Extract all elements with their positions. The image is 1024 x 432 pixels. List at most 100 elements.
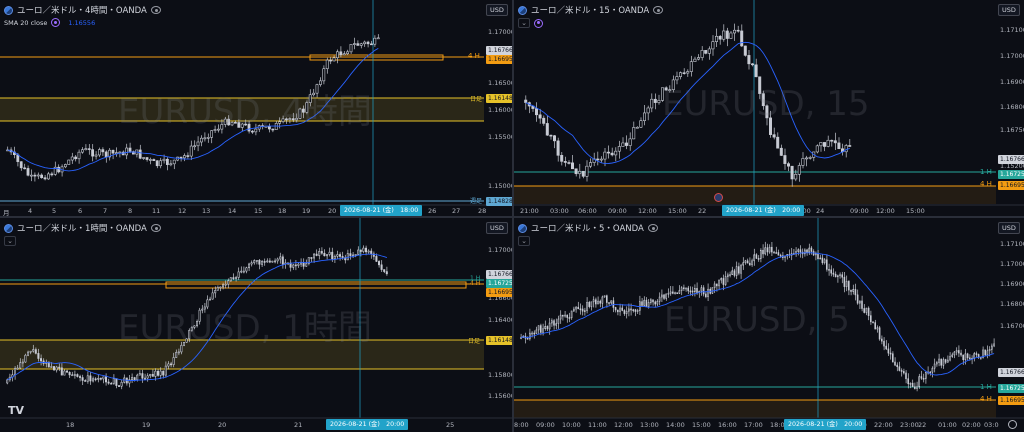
pane-title[interactable]: ユーロ／米ドル・1時間・OANDA [17, 222, 147, 234]
horizontal-divider[interactable] [0, 216, 1024, 218]
currency-button[interactable]: USD [486, 222, 508, 234]
candle-body [128, 147, 132, 152]
indicator-legend[interactable]: SMA 20 close 1.16556 [4, 18, 95, 27]
candle-body [806, 249, 808, 253]
candle-body [733, 270, 736, 276]
candle-body [760, 249, 762, 259]
candle-body [770, 246, 773, 253]
time-tick: 19 [142, 421, 151, 429]
symbol-icon[interactable] [4, 223, 13, 233]
indicator-settings-icon[interactable] [51, 18, 61, 27]
price-tick: 1.17000 [488, 246, 512, 254]
symbol-icon[interactable] [518, 5, 527, 15]
candle-body [37, 353, 40, 359]
candle-body [531, 332, 533, 335]
tradingview-logo-icon[interactable]: TV [8, 404, 24, 417]
pane-title[interactable]: ユーロ／米ドル・5・OANDA [531, 222, 644, 234]
candle-body [815, 145, 819, 153]
candle-body [772, 134, 776, 138]
symbol-icon[interactable] [518, 223, 527, 233]
chart-pane-4h[interactable]: ユーロ／米ドル・4時間・OANDA SMA 20 close 1.16556 U… [0, 0, 512, 216]
candle-body [844, 145, 848, 153]
crosshair-time-badge: 2026-08-21 (金) 20:00 [326, 419, 409, 430]
chevron-down-icon[interactable]: ⌄ [518, 18, 530, 28]
candle-body [755, 254, 758, 259]
chevron-down-icon[interactable]: ⌄ [518, 236, 530, 246]
h4-zone [514, 186, 996, 204]
chart-pane-1h[interactable]: ユーロ／米ドル・1時間・OANDA ⌄ USD EURUSD, 1時間 TV 1… [0, 218, 512, 432]
candle-body [773, 251, 775, 254]
candlestick-chart-5m[interactable] [514, 218, 1024, 432]
indicator-legend[interactable]: ⌄ [4, 236, 16, 246]
symbol-icon[interactable] [4, 5, 13, 15]
candle-body [288, 118, 292, 120]
candle-body [251, 130, 254, 133]
candlestick-chart-4h[interactable] [0, 0, 512, 216]
candle-body [535, 329, 538, 334]
candle-body [922, 377, 925, 380]
time-tick: 21 [294, 421, 303, 429]
pane-title[interactable]: ユーロ／米ドル・4時間・OANDA [17, 4, 147, 16]
candle-body [79, 376, 82, 378]
candle-body [548, 322, 551, 330]
chevron-down-icon[interactable]: ⌄ [4, 236, 16, 246]
event-marker-icon[interactable] [714, 193, 723, 202]
candle-body [832, 272, 835, 275]
candle-body [808, 157, 812, 159]
time-tick: 06:00 [578, 207, 597, 215]
candle-body [274, 123, 278, 130]
time-tick: 14:00 [666, 421, 685, 429]
candlestick-chart-1h[interactable] [0, 218, 512, 432]
candle-body [338, 254, 341, 257]
indicator-settings-icon[interactable] [534, 18, 543, 28]
visibility-eye-icon[interactable] [150, 6, 161, 14]
indicator-legend[interactable]: ⌄ [518, 236, 530, 246]
weekly-label: 週足 [470, 198, 483, 205]
h4-box [165, 281, 467, 289]
candle-body [220, 124, 224, 130]
candle-body [563, 161, 567, 163]
visibility-eye-icon[interactable] [647, 224, 658, 232]
candle-body [196, 321, 199, 327]
candle-body [804, 157, 808, 160]
chart-pane-5m[interactable]: ユーロ／米ドル・5・OANDA ⌄ USD EURUSD, 5 1.171001… [514, 218, 1024, 432]
candle-body [94, 378, 97, 381]
currency-button[interactable]: USD [486, 4, 508, 16]
h4-price-tag: 1.16695 [998, 396, 1024, 405]
candle-body [718, 35, 722, 40]
daily-label: 日足 [468, 338, 481, 345]
currency-button[interactable]: USD [998, 4, 1020, 16]
gear-icon[interactable] [1008, 420, 1017, 429]
candle-body [643, 299, 645, 306]
candle-body [560, 155, 564, 162]
candle-body [369, 43, 373, 46]
candle-body [175, 351, 178, 358]
candle-body [769, 117, 773, 135]
candle-body [589, 162, 593, 167]
candle-body [312, 253, 315, 259]
price-tick: 1.16700 [1000, 322, 1024, 330]
candle-body [753, 254, 755, 262]
candle-body [880, 338, 883, 342]
candle-body [664, 87, 668, 91]
h1-price-tag: 1.16725 [998, 384, 1024, 393]
candle-body [266, 260, 269, 263]
candle-body [245, 267, 248, 272]
chart-pane-15m[interactable]: ユーロ／米ドル・15・OANDA ⌄ USD EURUSD, 15 1.1710… [514, 0, 1024, 216]
candle-body [572, 308, 575, 312]
candle-body [230, 122, 234, 126]
candle-body [697, 57, 701, 60]
candle-body [50, 366, 53, 368]
candle-body [607, 151, 611, 154]
visibility-eye-icon[interactable] [653, 6, 664, 14]
indicator-legend[interactable]: ⌄ [518, 18, 543, 28]
currency-button[interactable]: USD [998, 222, 1020, 234]
candle-body [601, 296, 604, 304]
pane-title[interactable]: ユーロ／米ドル・15・OANDA [531, 4, 649, 16]
candlestick-chart-15m[interactable] [514, 0, 1024, 216]
price-tick: 1.16750 [1000, 126, 1024, 134]
candle-body [848, 145, 852, 147]
candle-body [823, 259, 826, 264]
candle-body [76, 374, 79, 377]
visibility-eye-icon[interactable] [150, 224, 161, 232]
